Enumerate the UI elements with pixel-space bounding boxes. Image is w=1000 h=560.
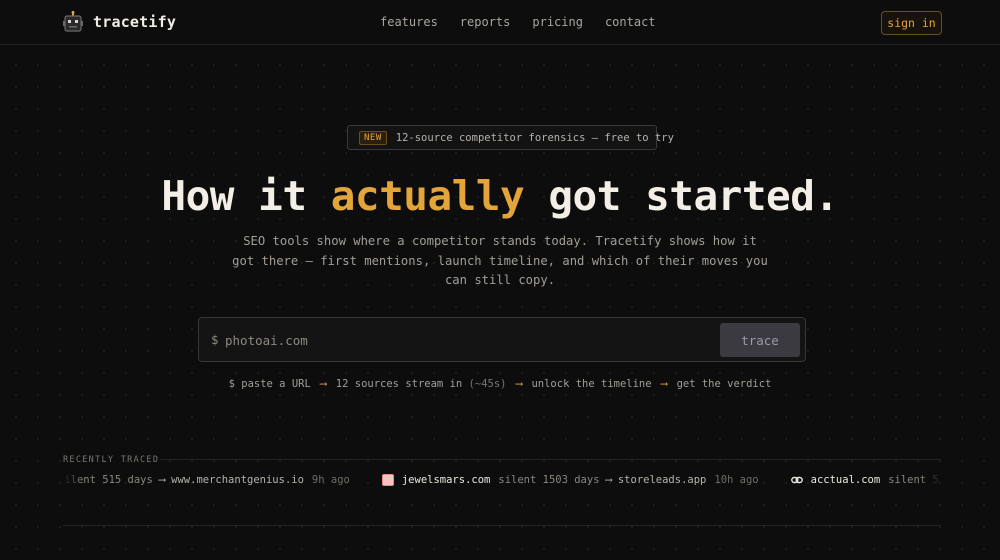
page: tracetify features reports pricing conta… [0, 0, 1000, 560]
trace-status: silent 1503 days [498, 474, 600, 486]
headline-before: How it [161, 172, 331, 220]
recent-traces-ticker: silent 515 days ⟶ www.merchantgenius.io … [63, 474, 941, 492]
prompt-symbol: $ [211, 332, 219, 347]
arrow-icon: ⟶ [158, 474, 166, 486]
robot-icon [63, 11, 83, 33]
divider [63, 525, 941, 526]
arrow-icon: ⟶ [515, 378, 523, 390]
trace-time: 9h ago [311, 474, 350, 486]
arrow-icon: ⟶ [605, 474, 612, 486]
trace-status: silent 5153 days [888, 474, 941, 486]
arrow-icon: ⟶ [660, 378, 668, 390]
recently-traced-label: RECENTLY TRACED [63, 455, 160, 465]
hero-headline: How it actually got started. [0, 172, 1000, 220]
nav-pricing[interactable]: pricing [532, 15, 583, 29]
step-stream-note: (~45s) [468, 378, 507, 390]
trace-status: silent 515 days [63, 474, 153, 486]
headline-after: got started. [524, 172, 839, 220]
nav-contact[interactable]: contact [605, 15, 656, 29]
trace-destination: storeleads.app [617, 474, 707, 486]
trace-button[interactable]: trace [720, 323, 800, 357]
step-paste: $ paste a URL [228, 378, 311, 390]
badge-text: 12-source competitor forensics — free to… [395, 131, 674, 144]
ticker-track: silent 515 days ⟶ www.merchantgenius.io … [63, 474, 941, 486]
trace-domain: acctual.com [810, 474, 881, 486]
trace-domain: jewelsmars.com [401, 474, 491, 486]
hero-subtitle: SEO tools show where a competitor stands… [232, 234, 768, 287]
step-unlock: unlock the timeline [531, 378, 652, 390]
site-header: tracetify features reports pricing conta… [0, 0, 1000, 45]
how-it-works-steps: $ paste a URL ⟶ 12 sources stream in (~4… [0, 378, 1000, 390]
sign-in-button[interactable]: sign in [881, 11, 942, 35]
url-input[interactable] [225, 330, 705, 350]
step-stream: 12 sources stream in [335, 378, 463, 390]
announcement-badge[interactable]: NEW 12-source competitor forensics — fre… [347, 125, 674, 150]
trace-destination: www.merchantgenius.io [171, 474, 304, 486]
brand[interactable]: tracetify [63, 11, 176, 33]
new-tag: NEW [359, 130, 387, 145]
divider [160, 459, 941, 460]
pink-favicon-icon [381, 474, 394, 486]
brand-name: tracetify [93, 13, 177, 31]
list-item[interactable]: jewelsmars.com silent 1503 days ⟶ storel… [381, 474, 759, 486]
link-icon [790, 474, 803, 486]
main-nav: features reports pricing contact [380, 15, 678, 29]
list-item[interactable]: silent 515 days ⟶ www.merchantgenius.io … [63, 474, 350, 486]
list-item[interactable]: acctual.com silent 5153 days [790, 474, 941, 486]
step-verdict: get the verdict [676, 378, 772, 390]
nav-features[interactable]: features [380, 15, 438, 29]
headline-highlight: actually [330, 172, 525, 220]
trace-time: 10h ago [714, 474, 759, 486]
trace-search-box: $ trace [198, 317, 806, 362]
arrow-icon: ⟶ [320, 378, 327, 390]
nav-reports[interactable]: reports [460, 15, 511, 29]
